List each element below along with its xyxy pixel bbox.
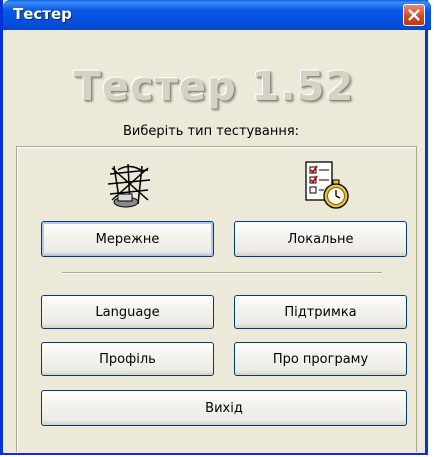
checklist-stopwatch-icon [305, 161, 349, 209]
window-title: Тестер [13, 5, 72, 23]
profile-button[interactable]: Профіль [41, 342, 214, 376]
title-bar[interactable]: Тестер [3, 0, 431, 30]
close-button[interactable] [403, 4, 425, 26]
close-icon [408, 9, 420, 21]
language-button[interactable]: Language [41, 295, 214, 329]
network-globe-icon [107, 163, 151, 208]
banner: Тестер 1.52 [0, 52, 428, 122]
network-test-button[interactable]: Мережне [41, 221, 214, 257]
prompt-label: Виберіть тип тестування: [122, 124, 300, 139]
local-test-button[interactable]: Локальне [234, 221, 407, 257]
about-button[interactable]: Про програму [234, 342, 407, 376]
exit-button[interactable]: Вихід [41, 390, 407, 426]
separator [62, 272, 382, 274]
banner-title: Тестер 1.52 [73, 64, 355, 110]
support-button[interactable]: Підтримка [234, 295, 407, 329]
